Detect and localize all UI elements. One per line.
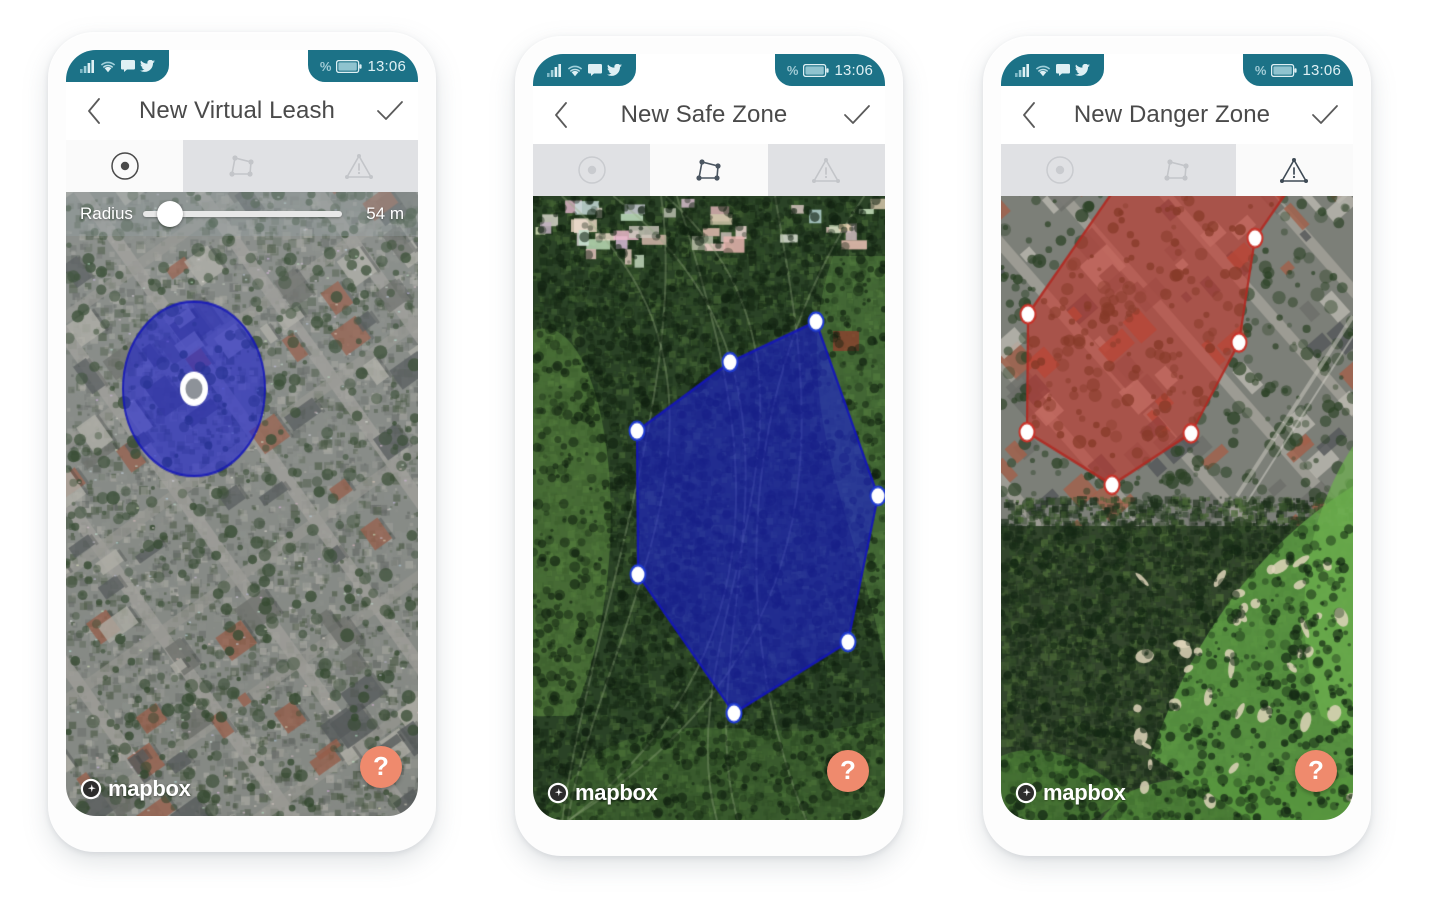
map-view[interactable] [66, 192, 418, 816]
help-label: ? [373, 751, 389, 781]
mode-tab-bar [533, 144, 885, 196]
polygon-icon [229, 155, 254, 177]
battery-icon [336, 59, 363, 73]
percent-icon: % [786, 62, 799, 78]
polygon-icon [696, 159, 721, 181]
warning-triangle-icon [1280, 157, 1309, 183]
tab-danger[interactable] [767, 144, 885, 196]
status-bar: % 13:06 [1001, 54, 1353, 86]
check-icon [1312, 105, 1338, 124]
clock-text: 13:06 [834, 61, 873, 79]
clock-text: 13:06 [1302, 61, 1341, 79]
phone-screen: % 13:06 New Safe Zone mapbox ? [533, 54, 885, 820]
mapbox-logo-icon [547, 782, 569, 804]
circle-dot-icon [110, 152, 139, 180]
mapbox-attribution[interactable]: mapbox [80, 776, 191, 802]
map-view[interactable] [533, 196, 885, 820]
radius-label: Radius [80, 204, 133, 223]
percent-icon: % [1254, 62, 1267, 78]
mapbox-logo-icon [1015, 782, 1037, 804]
signal-bars-icon [80, 59, 94, 73]
status-bar: % 13:06 [533, 54, 885, 86]
warning-triangle-icon [812, 157, 841, 183]
mode-tab-bar [1001, 144, 1353, 196]
mapbox-attribution[interactable]: mapbox [1015, 780, 1126, 806]
twitter-icon [1075, 64, 1090, 76]
page-title: New Danger Zone [1073, 101, 1271, 128]
mapbox-attribution[interactable]: mapbox [547, 780, 658, 806]
percent-icon: % [319, 58, 332, 74]
signal-bars-icon [1015, 63, 1029, 77]
check-icon [844, 105, 870, 124]
clock-text: 13:06 [367, 57, 406, 75]
mode-tab-bar [66, 140, 418, 192]
app-bar: New Danger Zone [1001, 86, 1353, 144]
chevron-left-icon [554, 102, 567, 128]
phone-screen: % 13:06 New Danger Zone mapbox ? [1001, 54, 1353, 820]
app-bar: New Virtual Leash [66, 82, 418, 140]
polygon-icon [1164, 159, 1189, 181]
help-label: ? [840, 755, 856, 785]
tab-danger[interactable] [300, 140, 418, 192]
message-icon [588, 64, 602, 76]
status-bar-left [66, 50, 169, 82]
confirm-button[interactable] [1297, 86, 1353, 144]
warning-triangle-icon [345, 153, 374, 179]
help-label: ? [1308, 755, 1324, 785]
circle-dot-icon [577, 156, 606, 184]
twitter-icon [140, 60, 155, 72]
phone-danger-zone: % 13:06 New Danger Zone mapbox ? [983, 36, 1371, 856]
confirm-button[interactable] [829, 86, 885, 144]
chevron-left-icon [1022, 102, 1035, 128]
confirm-button[interactable] [362, 82, 418, 140]
signal-bars-icon [547, 63, 561, 77]
tab-radius[interactable] [1001, 144, 1119, 196]
twitter-icon [607, 64, 622, 76]
tab-polygon[interactable] [650, 144, 768, 196]
wifi-icon [567, 65, 583, 76]
phone-virtual-leash: % 13:06 New Virtual Leash Radius 54 m ma… [48, 32, 436, 852]
phone-screen: % 13:06 New Virtual Leash Radius 54 m ma… [66, 50, 418, 816]
tab-radius[interactable] [66, 140, 184, 192]
screenshot-stage: % 13:06 New Virtual Leash Radius 54 m ma… [0, 0, 1433, 909]
help-button[interactable]: ? [360, 746, 402, 788]
mapbox-logo-icon [80, 778, 102, 800]
mapbox-label: mapbox [575, 780, 658, 805]
status-bar: % 13:06 [66, 50, 418, 82]
tab-radius[interactable] [533, 144, 651, 196]
mapbox-label: mapbox [108, 776, 191, 801]
phone-safe-zone: % 13:06 New Safe Zone mapbox ? [515, 36, 903, 856]
wifi-icon [1035, 65, 1051, 76]
check-icon [377, 101, 403, 120]
battery-icon [1271, 63, 1298, 77]
radius-slider[interactable] [142, 201, 342, 227]
battery-icon [803, 63, 830, 77]
slider-thumb[interactable] [156, 201, 183, 227]
page-title: New Safe Zone [620, 101, 788, 128]
help-button[interactable]: ? [827, 750, 869, 792]
app-bar: New Safe Zone [533, 86, 885, 144]
tab-polygon[interactable] [1118, 144, 1236, 196]
circle-dot-icon [1045, 156, 1074, 184]
chevron-left-icon [87, 98, 100, 124]
radius-slider-bar[interactable]: Radius 54 m [66, 192, 418, 236]
message-icon [1056, 64, 1070, 76]
wifi-icon [100, 61, 116, 72]
tab-polygon[interactable] [183, 140, 301, 192]
status-bar-left [533, 54, 636, 86]
mapbox-label: mapbox [1043, 780, 1126, 805]
status-bar-left [1001, 54, 1104, 86]
status-bar-right: % 13:06 [1242, 54, 1353, 86]
message-icon [121, 60, 135, 72]
help-button[interactable]: ? [1295, 750, 1337, 792]
page-title: New Virtual Leash [138, 97, 336, 124]
tab-danger[interactable] [1235, 144, 1353, 196]
status-bar-right: % 13:06 [307, 50, 418, 82]
map-view[interactable] [1001, 196, 1353, 820]
status-bar-right: % 13:06 [774, 54, 885, 86]
radius-value: 54 m [366, 204, 404, 223]
